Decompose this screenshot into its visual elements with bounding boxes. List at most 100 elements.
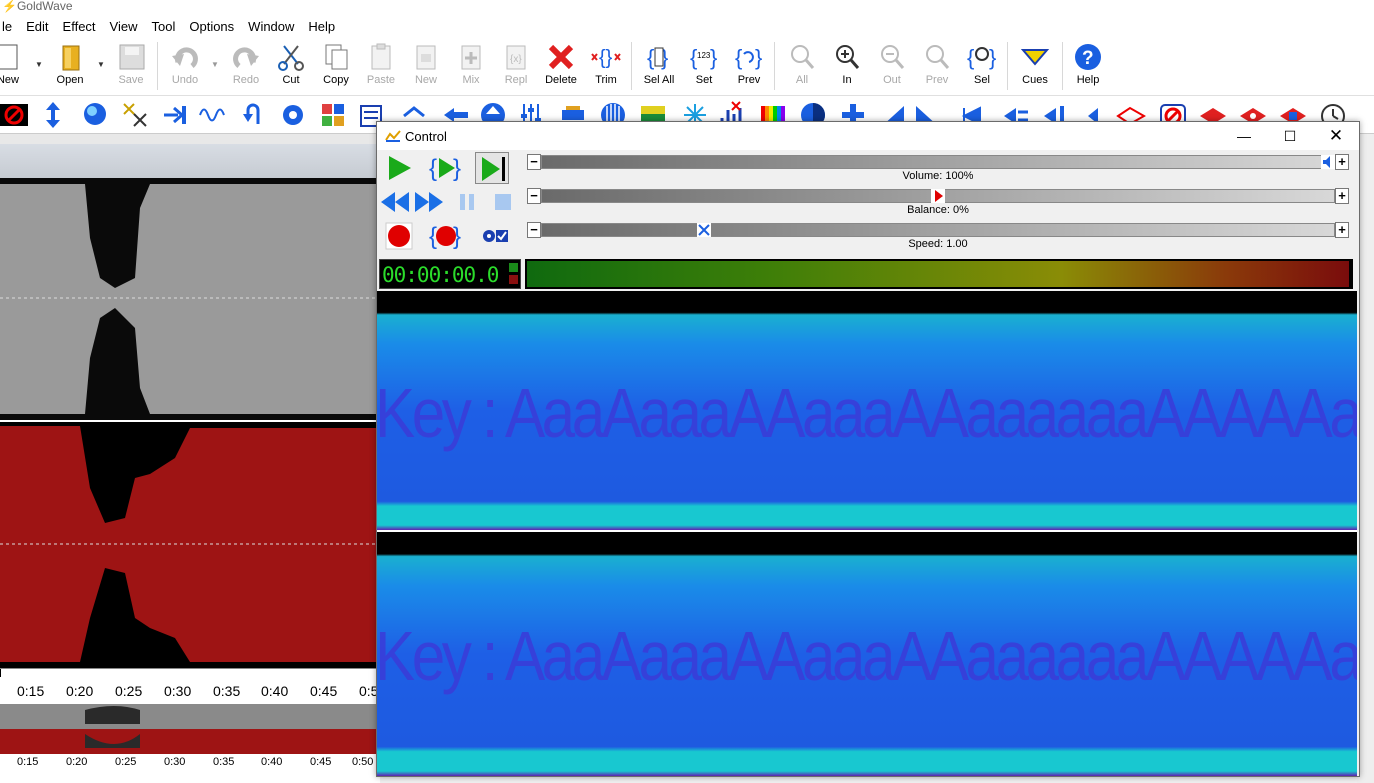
replace-button[interactable]: {x} Repl <box>494 40 538 94</box>
redo-button[interactable]: Redo <box>224 40 268 94</box>
volume-track[interactable] <box>541 155 1335 169</box>
volume-minus-button[interactable]: − <box>527 154 541 170</box>
zoom-previous-button[interactable]: Prev <box>915 40 959 94</box>
balance-thumb-icon[interactable] <box>931 189 945 203</box>
wave-effect-icon[interactable] <box>198 100 228 130</box>
balance-minus-button[interactable]: − <box>527 188 541 204</box>
save-button[interactable]: Save <box>109 40 153 94</box>
help-button[interactable]: ? Help <box>1066 40 1110 94</box>
balance-slider[interactable]: − + <box>527 186 1349 204</box>
overview-timeline: 0:15 0:20 0:25 0:30 0:35 0:40 0:45 0:50 <box>0 754 380 783</box>
svg-text:{: { <box>735 45 742 70</box>
close-button[interactable]: ✕ <box>1313 122 1359 150</box>
copy-button[interactable]: Copy <box>314 40 358 94</box>
cue-marker-icon <box>1020 49 1050 66</box>
stop-effect-icon[interactable] <box>0 100 30 130</box>
play-button[interactable] <box>383 152 417 184</box>
svg-text:}: } <box>710 45 717 70</box>
previous-selection-button[interactable]: {} Prev <box>727 40 771 94</box>
control-title-bar[interactable]: Control — ☐ ✕ <box>377 122 1359 150</box>
svg-text:{: { <box>429 223 437 250</box>
set-selection-button[interactable]: {} 123 Set <box>682 40 726 94</box>
overview-waveform[interactable] <box>0 704 380 754</box>
menu-window[interactable]: Window <box>241 19 301 34</box>
open-button[interactable]: Open <box>48 40 92 94</box>
gear-effect-icon[interactable] <box>278 100 308 130</box>
menu-edit[interactable]: Edit <box>19 19 55 34</box>
mix-button[interactable]: Mix <box>449 40 493 94</box>
previous-selection-icon: {} <box>735 45 762 70</box>
balance-plus-button[interactable]: + <box>1335 188 1349 204</box>
cues-button[interactable]: Cues <box>1013 40 1057 94</box>
new-dropdown-arrow-icon[interactable]: ▼ <box>35 60 43 69</box>
menu-tool[interactable]: Tool <box>145 19 183 34</box>
maximize-button[interactable]: ☐ <box>1267 122 1313 150</box>
mixer-effect-icon[interactable] <box>318 100 348 130</box>
record-button[interactable] <box>383 220 417 252</box>
spectrogram-right-channel[interactable]: Key : AaaAaaaAAaaaAAaaaaaaAAAAAaaaaaaa! <box>377 532 1357 776</box>
overview-tick: 0:25 <box>115 756 137 768</box>
svg-text:}: } <box>453 223 461 250</box>
speed-slider[interactable]: − + <box>527 220 1349 238</box>
zoom-out-icon <box>881 45 905 69</box>
delete-button[interactable]: Delete <box>539 40 583 94</box>
control-window[interactable]: Control — ☐ ✕ {} {} − + Volume: 100% − +… <box>376 121 1360 777</box>
trim-button[interactable]: {} Trim <box>584 40 628 94</box>
pause-button[interactable] <box>451 186 485 218</box>
overview-tick: 0:35 <box>213 756 235 768</box>
menu-effect[interactable]: Effect <box>56 19 103 34</box>
reverse-icon[interactable] <box>238 100 268 130</box>
paste-button[interactable]: Paste <box>359 40 403 94</box>
record-selection-button[interactable]: {} <box>429 220 463 252</box>
speed-thumb-icon[interactable] <box>697 223 711 237</box>
zoom-selection-button[interactable]: {} Sel <box>960 40 1004 94</box>
menu-file[interactable]: le <box>0 19 19 34</box>
speed-minus-button[interactable]: − <box>527 222 541 238</box>
toolbar-separator <box>1062 42 1063 90</box>
main-toolbar: New ▼ Open ▼ Save Undo ▼ Redo Cut Copy P… <box>0 36 1374 96</box>
record-options-button[interactable] <box>479 220 513 252</box>
speed-plus-button[interactable]: + <box>1335 222 1349 238</box>
menu-help[interactable]: Help <box>301 19 342 34</box>
zoom-out-button[interactable]: Out <box>870 40 914 94</box>
cut-button[interactable]: Cut <box>269 40 313 94</box>
insert-silence-icon[interactable] <box>160 100 190 130</box>
spectrogram-left-channel[interactable]: Key : AaaAaaaAAaaaAAaaaaaaAAAAAaaaaaaa! <box>377 291 1357 530</box>
open-dropdown-arrow-icon[interactable]: ▼ <box>97 60 105 69</box>
speed-track[interactable] <box>541 223 1335 237</box>
play-to-end-button[interactable] <box>475 152 509 184</box>
menu-view[interactable]: View <box>103 19 145 34</box>
stop-button[interactable] <box>487 186 521 218</box>
volume-plus-button[interactable]: + <box>1335 154 1349 170</box>
volume-slider[interactable]: − + <box>527 152 1349 170</box>
undo-dropdown-arrow-icon[interactable]: ▼ <box>211 60 219 69</box>
paste-new-button[interactable]: New <box>404 40 448 94</box>
fast-forward-button[interactable] <box>413 186 447 218</box>
trim-icon: {} <box>591 47 621 69</box>
set-123-icon: {}123 <box>690 45 717 70</box>
minimize-button[interactable]: — <box>1221 122 1267 150</box>
select-all-button[interactable]: {} Sel All <box>637 40 681 94</box>
scissors-icon <box>278 45 304 71</box>
control-window-icon <box>385 130 401 142</box>
toolbar-separator <box>157 42 158 90</box>
app-title: GoldWave <box>16 0 73 13</box>
timeline-ruler[interactable]: 0:15 0:20 0:25 0:30 0:35 0:40 0:45 0:5 <box>0 668 380 704</box>
zoom-all-button[interactable]: All <box>780 40 824 94</box>
svg-text:{x}: {x} <box>510 54 522 65</box>
volume-speaker-icon[interactable] <box>1321 155 1335 169</box>
menu-options[interactable]: Options <box>182 19 241 34</box>
zoom-previous-icon <box>926 45 950 69</box>
maximize-volume-icon[interactable] <box>38 100 68 130</box>
undo-button[interactable]: Undo <box>163 40 207 94</box>
waveform-view[interactable] <box>0 178 380 668</box>
new-button[interactable]: New <box>0 40 30 94</box>
rewind-button[interactable] <box>379 186 413 218</box>
play-selection-button[interactable]: {} <box>429 152 463 184</box>
zoom-in-button[interactable]: In <box>825 40 869 94</box>
replace-icon: {x} <box>506 45 526 70</box>
noise-reduction-icon[interactable] <box>120 100 150 130</box>
globe-effect-icon[interactable] <box>80 100 110 130</box>
timeline-tick: 0:30 <box>164 683 192 699</box>
svg-text:{: { <box>429 155 437 182</box>
